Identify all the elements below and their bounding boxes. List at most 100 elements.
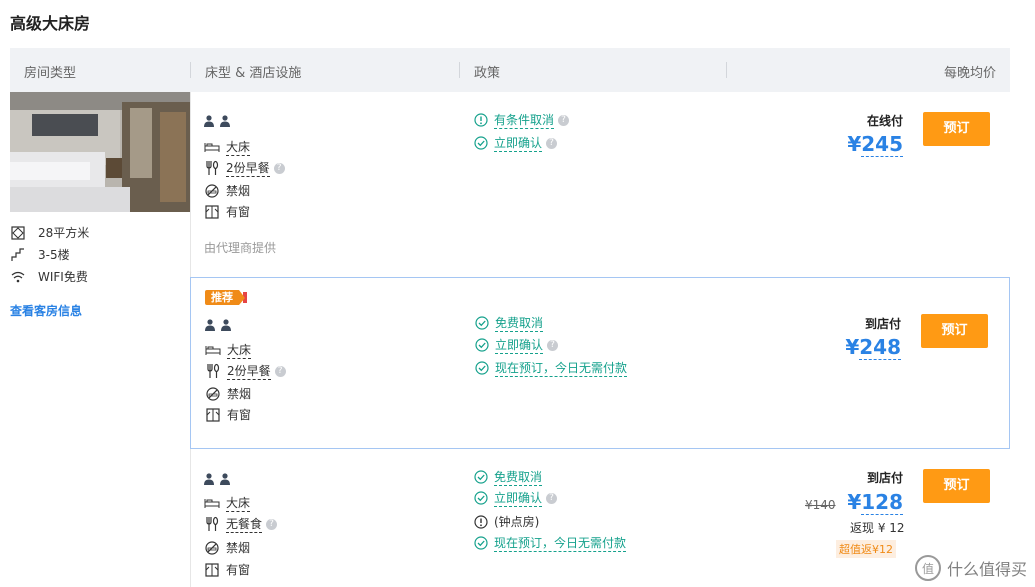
pay-method: 到店付 (864, 317, 901, 331)
window-label: 有窗 (226, 563, 251, 577)
fork-knife-icon (204, 516, 220, 532)
deal-badge: 超值返¥12 (836, 540, 896, 558)
info-circle-icon (473, 112, 489, 128)
wifi-icon (10, 270, 26, 284)
fork-knife-icon (205, 363, 221, 379)
pay-method: 到店付 (866, 471, 903, 485)
help-icon[interactable]: ? (546, 137, 558, 149)
guest-count (204, 473, 230, 485)
bed-type-label[interactable]: 大床 (227, 341, 252, 359)
check-circle-icon (474, 315, 490, 331)
policy-label[interactable]: 现在预订，今日无需付款 (494, 534, 627, 552)
price[interactable]: ¥128 (847, 490, 903, 515)
bed-type: 大床 (205, 341, 252, 359)
rate-row-2: 推荐 大床 2份早餐? 禁烟 有窗 免费取消 立即确认? 现在预订，今日无需付款… (190, 277, 1010, 449)
agent-note: 由代理商提供 (204, 241, 277, 255)
person-icon (221, 319, 231, 331)
window-info: 有窗 (204, 561, 250, 578)
person-icon (220, 115, 230, 127)
no-smoking-icon (205, 386, 221, 402)
room-feature-label: 28平方米 (38, 226, 90, 240)
bed-icon (205, 342, 221, 358)
price-value: 128 (861, 490, 903, 515)
breakfast-label[interactable]: 2份早餐 (226, 159, 270, 177)
help-icon[interactable]: ? (547, 339, 559, 351)
window-info: 有窗 (204, 203, 250, 220)
help-icon[interactable]: ? (266, 518, 278, 530)
bed-type-label[interactable]: 大床 (226, 494, 251, 512)
check-circle-icon (474, 337, 490, 353)
area-icon (10, 225, 26, 240)
header-policy: 政策 (474, 66, 501, 81)
room-feature-floor: 3-5楼 (10, 246, 70, 263)
breakfast-label[interactable]: 无餐食 (226, 515, 263, 533)
breakfast-label[interactable]: 2份早餐 (227, 362, 271, 380)
room-feature-wifi: WIFI免费 (10, 268, 88, 285)
help-icon[interactable]: ? (274, 365, 286, 377)
policy-label[interactable]: 有条件取消 (494, 111, 555, 129)
policy-hourly-room: (钟点房) (473, 513, 539, 530)
bed-type-label[interactable]: 大床 (226, 138, 251, 156)
policy-label[interactable]: 立即确认 (495, 336, 544, 354)
room-info-column: 28平方米 3-5楼 WIFI免费 查看客房信息 (10, 92, 191, 587)
smoking-policy: 禁烟 (204, 182, 250, 199)
policy-instant-confirm: 立即确认? (473, 489, 558, 507)
fork-knife-icon (204, 160, 220, 176)
room-photo[interactable] (10, 92, 190, 212)
policy-free-cancel: 免费取消 (473, 468, 543, 486)
help-icon[interactable]: ? (546, 492, 558, 504)
policy-label[interactable]: 现在预订，今日无需付款 (495, 359, 628, 377)
help-icon[interactable]: ? (558, 114, 570, 126)
header-divider (190, 62, 191, 78)
help-icon[interactable]: ? (273, 162, 285, 174)
breakfast: 2份早餐? (205, 362, 286, 380)
policy-conditional-cancel: 有条件取消? (473, 111, 570, 129)
header-divider (459, 62, 460, 78)
smoking-label: 禁烟 (226, 541, 251, 555)
price[interactable]: ¥248 (845, 335, 901, 360)
watermark-label: 什么值得买 (946, 560, 1027, 579)
info-circle-icon (473, 514, 489, 530)
policy-label[interactable]: 免费取消 (494, 468, 543, 486)
guest-count (204, 115, 230, 127)
window-icon (204, 204, 220, 220)
no-smoking-icon (204, 183, 220, 199)
tag-flag (243, 292, 247, 303)
policy-label: (钟点房) (494, 515, 540, 529)
rate-row-1: 大床 2份早餐? 禁烟 有窗 由代理商提供 有条件取消? 立即确认? 在线付 ¥… (190, 92, 1010, 277)
header-avg-price: 每晚均价 (943, 66, 996, 81)
breakfast: 2份早餐? (204, 159, 285, 177)
check-circle-icon (473, 490, 489, 506)
check-circle-icon (473, 135, 489, 151)
price[interactable]: ¥245 (847, 132, 903, 157)
watermark-logo-icon: 值 (914, 555, 941, 581)
room-feature-label: 3-5楼 (38, 248, 70, 262)
window-label: 有窗 (226, 205, 251, 219)
bed-icon (204, 139, 220, 155)
smoking-label: 禁烟 (227, 387, 252, 401)
currency-symbol: ¥ (847, 490, 862, 514)
person-icon (204, 115, 214, 127)
policy-instant-confirm: 立即确认? (474, 336, 559, 354)
policy-free-cancel: 免费取消 (474, 314, 544, 332)
room-feature-label: WIFI免费 (38, 270, 88, 284)
policy-label[interactable]: 立即确认 (494, 489, 543, 507)
cashback-text: 返现 ¥ 12 (850, 521, 905, 535)
header-room-type: 房间类型 (24, 66, 77, 81)
recommend-tag-label: 推荐 (211, 291, 233, 304)
room-details-link[interactable]: 查看客房信息 (10, 302, 82, 319)
currency-symbol: ¥ (845, 335, 860, 359)
book-button[interactable]: 预订 (921, 314, 988, 348)
price-value: 245 (861, 132, 903, 157)
original-price: ¥140 (805, 498, 836, 512)
price-value: 248 (859, 335, 901, 360)
bed-type: 大床 (204, 494, 251, 512)
policy-pay-later: 现在预订，今日无需付款 (473, 534, 627, 552)
book-button[interactable]: 预订 (923, 112, 990, 146)
person-icon (220, 473, 230, 485)
policy-label[interactable]: 立即确认 (494, 134, 543, 152)
book-button[interactable]: 预订 (923, 469, 990, 503)
policy-label[interactable]: 免费取消 (495, 314, 544, 332)
person-icon (205, 319, 215, 331)
window-icon (204, 562, 220, 578)
